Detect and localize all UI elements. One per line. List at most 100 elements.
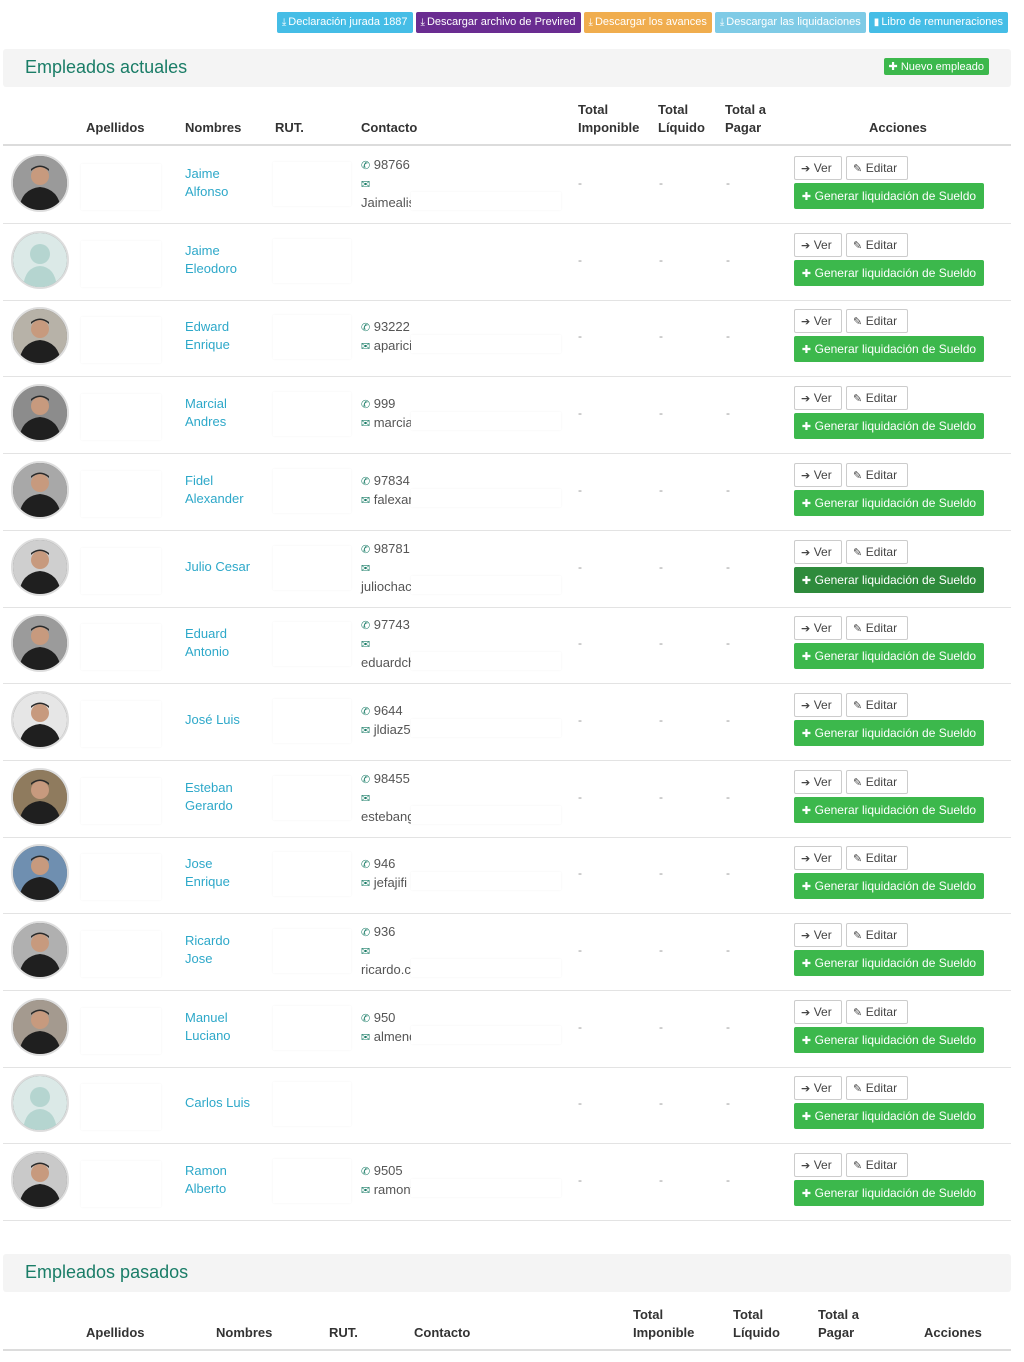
toolbar-button-2[interactable]: ⤓ Descargar los avances	[583, 12, 712, 33]
generate-payslip-button[interactable]: ✚ Generar liquidación de Sueldo	[794, 720, 984, 746]
generate-payslip-button[interactable]: ✚ Generar liquidación de Sueldo	[794, 336, 984, 362]
edit-button[interactable]: ✎ Editar	[846, 233, 908, 257]
generate-payslip-button[interactable]: ✚ Generar liquidación de Sueldo	[794, 1027, 984, 1053]
toolbar-button-0[interactable]: ⤓ Declaración jurada 1887	[276, 12, 413, 33]
table-row: Carlos Luis - - - ➔ Ver ✎ Editar ✚ Generar liq…	[3, 1066, 1011, 1144]
employee-second-name[interactable]: Gerardo	[185, 797, 265, 815]
employee-first-name[interactable]: Manuel	[185, 1009, 265, 1027]
employee-first-name[interactable]: Eduard	[185, 625, 265, 643]
toolbar-button-4[interactable]: ▮ Libro de remuneraciones	[868, 12, 1008, 33]
employee-first-name[interactable]: Jaime	[185, 165, 265, 183]
email-value[interactable]: jldiaz5	[374, 722, 411, 737]
contact-email[interactable]: ✉ almend	[361, 1028, 416, 1047]
edit-button[interactable]: ✎ Editar	[846, 1153, 908, 1177]
employee-second-name[interactable]: Alberto	[185, 1180, 265, 1198]
contact-email[interactable]: ✉ jldiaz5	[361, 721, 411, 740]
employee-names[interactable]: José Luis	[185, 711, 265, 729]
employee-names[interactable]: Edward Enrique	[185, 318, 265, 354]
employee-second-name[interactable]: Enrique	[185, 336, 265, 354]
contact-email[interactable]: ✉ ramonv	[361, 1181, 417, 1200]
employee-names[interactable]: Carlos Luis	[185, 1094, 265, 1112]
employee-first-name[interactable]: Ramon	[185, 1162, 265, 1180]
generate-payslip-button[interactable]: ✚ Generar liquidación de Sueldo	[794, 260, 984, 286]
employee-names[interactable]: Manuel Luciano	[185, 1009, 265, 1045]
view-button[interactable]: ➔ Ver	[794, 693, 842, 717]
employee-names[interactable]: Ramon Alberto	[185, 1162, 265, 1198]
email-value[interactable]: Jaimealis	[361, 195, 415, 210]
generate-payslip-button[interactable]: ✚ Generar liquidación de Sueldo	[794, 873, 984, 899]
view-button[interactable]: ➔ Ver	[794, 309, 842, 333]
view-button[interactable]: ➔ Ver	[794, 540, 842, 564]
edit-button[interactable]: ✎ Editar	[846, 923, 908, 947]
employee-first-name[interactable]: Jose	[185, 855, 265, 873]
employee-second-name[interactable]: Jose	[185, 950, 265, 968]
new-employee-button[interactable]: ✚ Nuevo empleado	[883, 58, 989, 75]
contact-email[interactable]: ✉ Jaimealis	[361, 175, 415, 212]
employee-names[interactable]: Jose Enrique	[185, 855, 265, 891]
toolbar-button-3[interactable]: ⤓ Descargar las liquidaciones	[714, 12, 866, 33]
employee-first-name[interactable]: Ricardo	[185, 932, 265, 950]
generate-payslip-button[interactable]: ✚ Generar liquidación de Sueldo	[794, 1103, 984, 1129]
employee-names[interactable]: Ricardo Jose	[185, 932, 265, 968]
employee-second-name[interactable]: Eleodoro	[185, 260, 265, 278]
employee-first-name[interactable]: José Luis	[185, 711, 265, 729]
view-button[interactable]: ➔ Ver	[794, 386, 842, 410]
employee-names[interactable]: Jaime Eleodoro	[185, 242, 265, 278]
employee-first-name[interactable]: Fidel	[185, 472, 265, 490]
employee-second-name[interactable]: Andres	[185, 413, 265, 431]
view-button[interactable]: ➔ Ver	[794, 1000, 842, 1024]
generate-payslip-button[interactable]: ✚ Generar liquidación de Sueldo	[794, 567, 984, 593]
view-button[interactable]: ➔ Ver	[794, 846, 842, 870]
employee-second-name[interactable]: Antonio	[185, 643, 265, 661]
edit-button[interactable]: ✎ Editar	[846, 1000, 908, 1024]
view-button[interactable]: ➔ Ver	[794, 156, 842, 180]
edit-button[interactable]: ✎ Editar	[846, 386, 908, 410]
envelope-icon: ✉	[361, 1031, 374, 1044]
view-button[interactable]: ➔ Ver	[794, 1076, 842, 1100]
employee-second-name[interactable]: Alexander	[185, 490, 265, 508]
generate-payslip-button[interactable]: ✚ Generar liquidación de Sueldo	[794, 490, 984, 516]
edit-button[interactable]: ✎ Editar	[846, 1076, 908, 1100]
view-button[interactable]: ➔ Ver	[794, 923, 842, 947]
view-button[interactable]: ➔ Ver	[794, 770, 842, 794]
edit-button[interactable]: ✎ Editar	[846, 463, 908, 487]
generate-payslip-button[interactable]: ✚ Generar liquidación de Sueldo	[794, 950, 984, 976]
employee-first-name[interactable]: Edward	[185, 318, 265, 336]
employee-second-name[interactable]: Enrique	[185, 873, 265, 891]
contact-email[interactable]: ✉ jefajifi	[361, 874, 407, 893]
generate-payslip-button[interactable]: ✚ Generar liquidación de Sueldo	[794, 797, 984, 823]
employee-first-name[interactable]: Carlos Luis	[185, 1094, 265, 1112]
edit-button[interactable]: ✎ Editar	[846, 156, 908, 180]
generate-payslip-button[interactable]: ✚ Generar liquidación de Sueldo	[794, 413, 984, 439]
employee-names[interactable]: Jaime Alfonso	[185, 165, 265, 201]
employee-names[interactable]: Esteban Gerardo	[185, 779, 265, 815]
edit-button[interactable]: ✎ Editar	[846, 309, 908, 333]
edit-button[interactable]: ✎ Editar	[846, 846, 908, 870]
edit-button[interactable]: ✎ Editar	[846, 540, 908, 564]
employee-names[interactable]: Fidel Alexander	[185, 472, 265, 508]
generate-payslip-button[interactable]: ✚ Generar liquidación de Sueldo	[794, 1180, 984, 1206]
view-button[interactable]: ➔ Ver	[794, 616, 842, 640]
employee-first-name[interactable]: Esteban	[185, 779, 265, 797]
generate-payslip-button[interactable]: ✚ Generar liquidación de Sueldo	[794, 643, 984, 669]
edit-button[interactable]: ✎ Editar	[846, 693, 908, 717]
toolbar-button-1[interactable]: ⤓ Descargar archivo de Previred	[415, 12, 581, 33]
employee-first-name[interactable]: Julio Cesar	[185, 558, 265, 576]
employee-second-name[interactable]: Luciano	[185, 1027, 265, 1045]
redacted-contact	[411, 1179, 561, 1197]
edit-button[interactable]: ✎ Editar	[846, 770, 908, 794]
view-button[interactable]: ➔ Ver	[794, 463, 842, 487]
email-value[interactable]: jefajifi	[374, 875, 407, 890]
view-button[interactable]: ➔ Ver	[794, 233, 842, 257]
employee-names[interactable]: Marcial Andres	[185, 395, 265, 431]
employee-first-name[interactable]: Jaime	[185, 242, 265, 260]
email-value[interactable]: almend	[374, 1029, 417, 1044]
generate-payslip-button[interactable]: ✚ Generar liquidación de Sueldo	[794, 183, 984, 209]
employee-first-name[interactable]: Marcial	[185, 395, 265, 413]
employee-names[interactable]: Julio Cesar	[185, 558, 265, 576]
employee-names[interactable]: Eduard Antonio	[185, 625, 265, 661]
avatar	[11, 307, 69, 365]
edit-button[interactable]: ✎ Editar	[846, 616, 908, 640]
view-button[interactable]: ➔ Ver	[794, 1153, 842, 1177]
employee-second-name[interactable]: Alfonso	[185, 183, 265, 201]
